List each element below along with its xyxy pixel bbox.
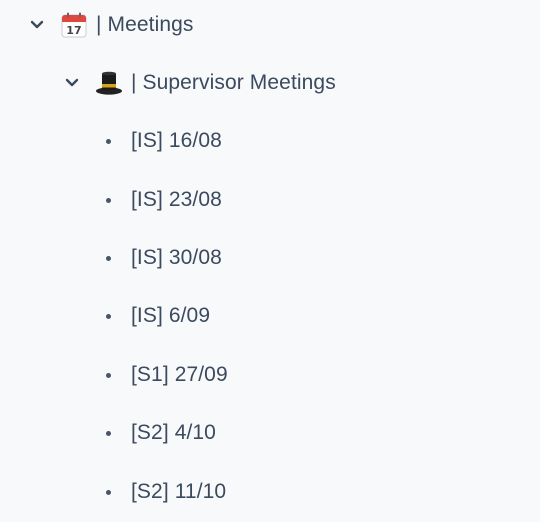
list-item-label: [IS] 6/09 [131,304,211,327]
list-item[interactable]: [IS] 16/08 [96,124,222,158]
tree-item-meetings[interactable]: 17 | Meetings [28,8,194,42]
list-item-label: [IS] 23/08 [131,188,222,211]
list-item[interactable]: [IS] 6/09 [96,299,210,333]
list-item[interactable]: [S2] 11/10 [96,475,226,509]
chevron-down-icon[interactable] [28,16,46,34]
list-item[interactable]: [IS] 30/08 [96,241,222,275]
list-item[interactable]: [S2] 4/10 [96,416,216,450]
list-item-label: [S2] 11/10 [131,480,227,503]
list-item-label: [S2] 4/10 [131,421,216,444]
bullet-icon [96,197,120,203]
list-item[interactable]: [IS] 23/08 [96,183,222,217]
top-hat-icon [95,69,123,97]
bullet-icon [96,313,120,319]
list-item[interactable]: [S1] 27/09 [96,358,228,392]
bullet-icon [96,255,120,261]
tree-item-label: | Meetings [96,13,194,36]
chevron-down-icon[interactable] [63,74,81,92]
bullet-icon [96,489,120,495]
calendar-icon: 17 [60,11,88,39]
list-item-label: [IS] 16/08 [131,129,222,152]
list-item-label: [IS] 30/08 [131,246,222,269]
bullet-icon [96,372,120,378]
list-item-label: [S1] 27/09 [131,363,228,386]
svg-text:17: 17 [66,24,82,37]
tree-item-label: | Supervisor Meetings [131,71,336,94]
bullet-icon [96,430,120,436]
tree-item-supervisor-meetings[interactable]: | Supervisor Meetings [63,66,336,100]
bullet-icon [96,138,120,144]
